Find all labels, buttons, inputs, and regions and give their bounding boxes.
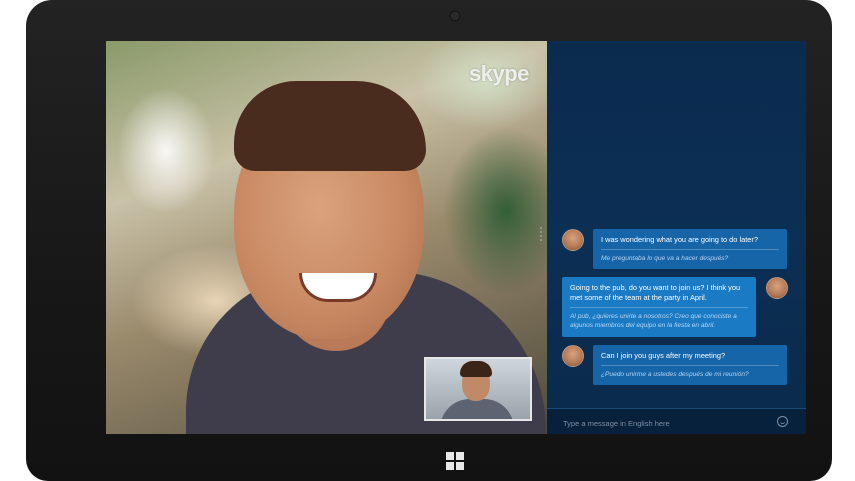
avatar <box>562 345 584 367</box>
message-text: I was wondering what you are going to do… <box>601 235 758 244</box>
compose-bar <box>547 408 806 434</box>
message-text: Going to the pub, do you want to join us… <box>570 283 741 302</box>
chat-panel: I was wondering what you are going to do… <box>547 41 806 434</box>
windows-logo-icon[interactable] <box>446 452 464 470</box>
message-translation: Al pub, ¿quieres unirte a nosotros? Creo… <box>570 307 748 330</box>
message-input[interactable] <box>561 415 765 431</box>
skype-logo: skype <box>469 61 529 86</box>
self-view-body <box>440 399 514 419</box>
self-view-hair <box>460 361 492 377</box>
avatar <box>766 277 788 299</box>
self-view-video[interactable] <box>424 357 532 421</box>
emoji-icon[interactable] <box>777 416 788 427</box>
chat-message: Going to the pub, do you want to join us… <box>562 277 756 337</box>
message-translation: Me preguntaba lo que va a hacer después? <box>601 249 779 263</box>
front-camera-icon <box>451 12 459 20</box>
screen: skype I was wondering what you are going… <box>106 41 806 434</box>
chat-message: I was wondering what you are going to do… <box>593 229 787 269</box>
remote-video[interactable]: skype <box>106 41 547 434</box>
chat-message: Can I join you guys after my meeting? ¿P… <box>593 345 787 385</box>
avatar <box>562 229 584 251</box>
remote-person-hair <box>234 81 426 171</box>
tablet-bezel: skype I was wondering what you are going… <box>26 0 832 481</box>
message-translation: ¿Puedo unirme a ustedes después de mi re… <box>601 365 779 379</box>
message-text: Can I join you guys after my meeting? <box>601 351 726 360</box>
panel-resize-handle[interactable] <box>540 227 545 241</box>
